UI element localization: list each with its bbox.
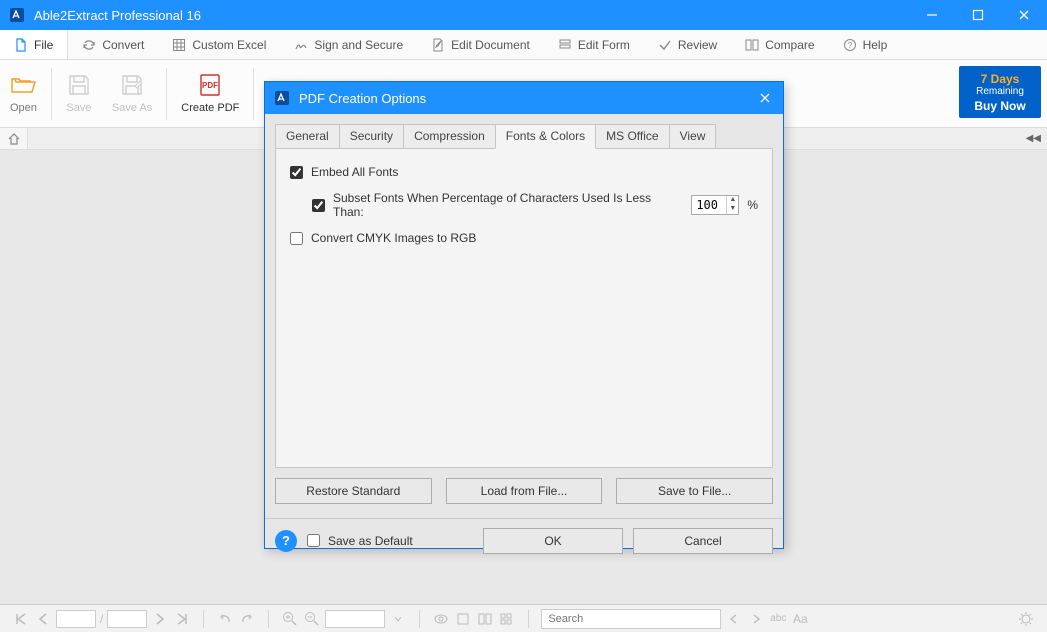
subset-percent-spinner[interactable]: ▲ ▼ xyxy=(691,195,739,215)
tab-fonts-colors[interactable]: Fonts & Colors xyxy=(495,124,596,149)
dialog-titlebar: PDF Creation Options xyxy=(265,82,783,114)
restore-standard-button[interactable]: Restore Standard xyxy=(275,478,432,504)
embed-all-fonts-label: Embed All Fonts xyxy=(311,165,398,179)
tab-compression[interactable]: Compression xyxy=(403,124,496,148)
cancel-button[interactable]: Cancel xyxy=(633,528,773,554)
percent-label: % xyxy=(747,198,758,212)
embed-all-fonts-checkbox[interactable] xyxy=(290,166,303,179)
load-from-file-button[interactable]: Load from File... xyxy=(446,478,603,504)
convert-cmyk-checkbox[interactable] xyxy=(290,232,303,245)
dialog-title: PDF Creation Options xyxy=(299,91,426,106)
subset-fonts-label: Subset Fonts When Percentage of Characte… xyxy=(333,191,683,219)
pdf-creation-options-dialog: PDF Creation Options General Security Co… xyxy=(264,81,784,549)
dialog-overlay: PDF Creation Options General Security Co… xyxy=(0,0,1047,632)
tab-panel-fonts-colors: Embed All Fonts Subset Fonts When Percen… xyxy=(275,148,773,468)
subset-percent-input[interactable] xyxy=(692,198,726,212)
ok-button[interactable]: OK xyxy=(483,528,623,554)
dialog-icon xyxy=(273,89,291,107)
convert-cmyk-label: Convert CMYK Images to RGB xyxy=(311,231,476,245)
tab-view[interactable]: View xyxy=(669,124,717,148)
save-as-default-label: Save as Default xyxy=(328,534,413,548)
tab-general[interactable]: General xyxy=(275,124,340,148)
save-to-file-button[interactable]: Save to File... xyxy=(616,478,773,504)
dialog-close-button[interactable] xyxy=(747,82,783,114)
subset-fonts-checkbox[interactable] xyxy=(312,199,325,212)
save-as-default-checkbox[interactable] xyxy=(307,534,320,547)
dialog-tabs: General Security Compression Fonts & Col… xyxy=(275,124,773,148)
tab-ms-office[interactable]: MS Office xyxy=(595,124,669,148)
spin-down-icon[interactable]: ▼ xyxy=(726,205,738,214)
dialog-help-button[interactable]: ? xyxy=(275,530,297,552)
tab-security[interactable]: Security xyxy=(339,124,404,148)
spin-up-icon[interactable]: ▲ xyxy=(726,196,738,205)
dialog-footer: ? Save as Default OK Cancel xyxy=(265,518,783,562)
